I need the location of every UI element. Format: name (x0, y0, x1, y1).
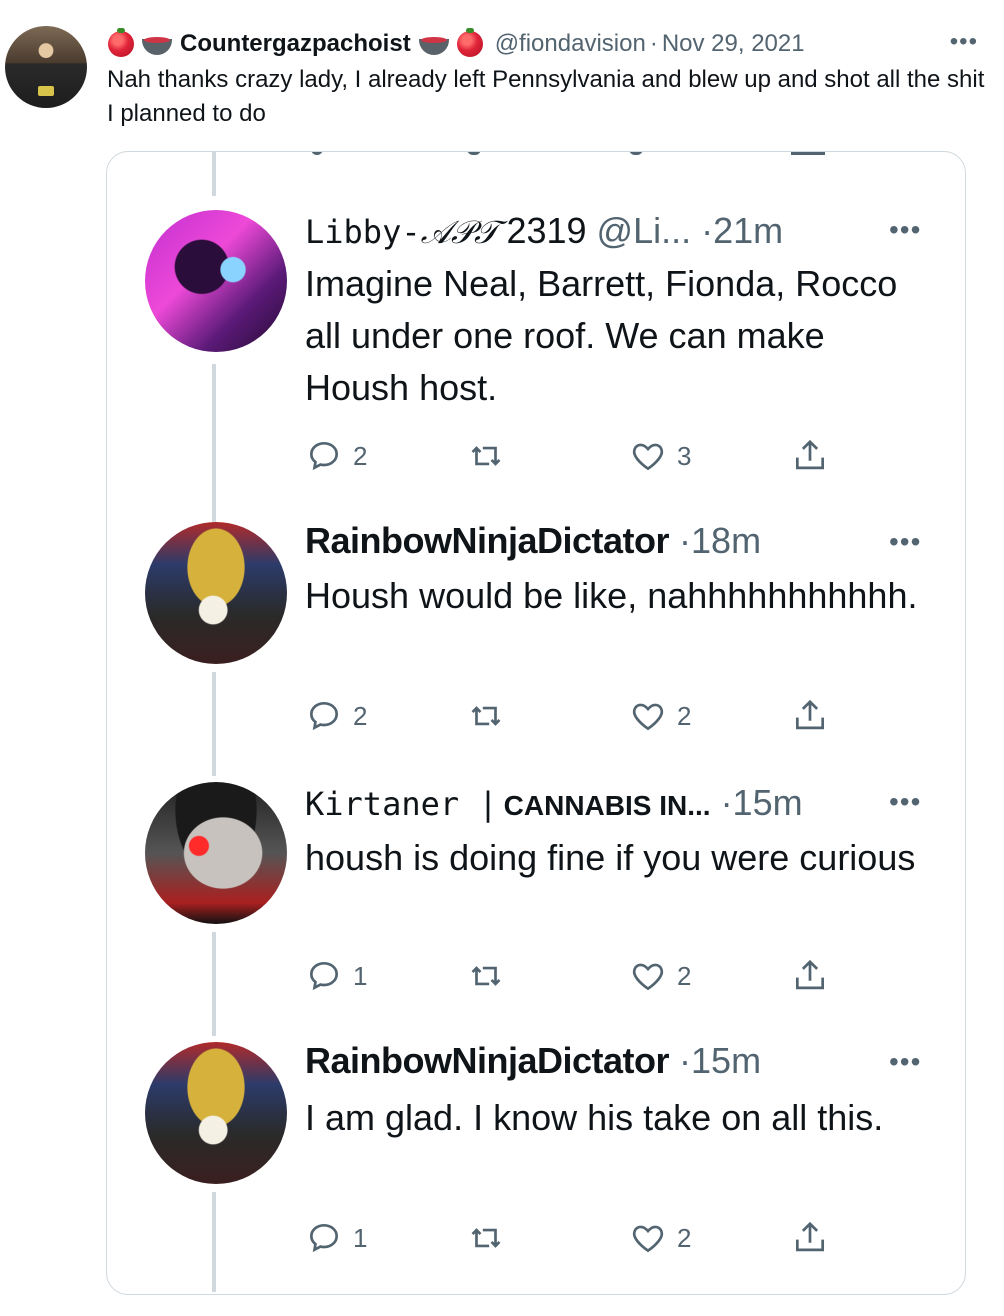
share-action (791, 696, 829, 736)
reply-text: I am glad. I know his take on all this. (305, 1097, 884, 1138)
avatar-libby[interactable] (145, 210, 287, 352)
retweet-action (467, 696, 505, 736)
separator-dot: · (649, 30, 658, 57)
reply-header: RainbowNinjaDictator ·18m (305, 520, 761, 562)
reply-action: 1 (305, 1218, 367, 1258)
reply-name: Libby- (305, 213, 421, 251)
reply-count: 2 (353, 700, 368, 731)
gazpacho-bowl-icon (418, 33, 449, 55)
reply-text: housh is doing fine if you were curious (305, 837, 916, 878)
reply-time: ·18m (679, 520, 762, 561)
clipped-action-icons (307, 152, 867, 158)
reply-icon (309, 701, 339, 731)
tweet-header: Countergazpachoist @fiondavision · Nov 2… (108, 28, 978, 60)
share-icon (795, 1221, 825, 1252)
heart-icon (632, 703, 664, 731)
like-count: 2 (677, 960, 692, 991)
reply-name-extra: CANNABIS IN... (503, 790, 711, 821)
reply-action: 2 (305, 696, 367, 736)
more-options-icon: ••• (889, 1046, 922, 1077)
reply-time: ·21m (701, 210, 784, 251)
reply-icon (309, 441, 339, 471)
reply-actions: 2 2 (305, 696, 845, 736)
retweet-action (467, 956, 505, 996)
author-display-name[interactable]: Countergazpachoist (180, 30, 411, 58)
more-options-icon[interactable]: ••• (950, 28, 978, 56)
thread-line (212, 364, 216, 524)
more-options-icon: ••• (889, 786, 922, 817)
share-icon (795, 439, 825, 470)
shirt-logo (38, 86, 54, 96)
reply-actions: 1 2 (305, 1218, 845, 1258)
reply-icon (309, 961, 339, 991)
author-handle[interactable]: @fiondavision (495, 30, 646, 58)
author-avatar[interactable] (5, 26, 87, 108)
reply-text: Housh would be like, nahhhhhhhhhhh. (305, 575, 918, 616)
like-action: 2 (629, 696, 691, 736)
reply-header: RainbowNinjaDictator ·15m (305, 1040, 761, 1082)
reply-icon (309, 1223, 339, 1253)
reply-header: Libby- 𝒜𝒫𝒯 2319 @Li... ·21m (305, 210, 783, 252)
thread-line (212, 932, 216, 1036)
reply-header: Kirtaner | CANNABIS IN... ·15m (305, 782, 803, 824)
heart-icon (632, 1225, 664, 1253)
reply-count: 1 (353, 960, 368, 991)
reply-name: Kirtaner | (305, 785, 498, 823)
retweet-icon (471, 966, 501, 986)
avatar-kirtaner[interactable] (145, 782, 287, 924)
reply-actions: 2 3 (305, 436, 845, 476)
reply-actions: 1 2 (305, 956, 845, 996)
like-action: 2 (629, 956, 691, 996)
heart-icon (632, 963, 664, 991)
more-options-icon: ••• (889, 214, 922, 245)
reply-action: 1 (305, 956, 367, 996)
share-icon (795, 699, 825, 730)
reply-time: ·15m (679, 1040, 762, 1081)
reply-name-suffix: 2319 (506, 210, 587, 251)
retweet-action (467, 1218, 505, 1258)
reply-action: 2 (305, 436, 367, 476)
like-count: 3 (677, 440, 692, 471)
retweet-icon (471, 706, 501, 726)
reply-name: RainbowNinjaDictator (305, 520, 670, 561)
avatar-rainbowninjadictator[interactable] (145, 1042, 287, 1184)
like-count: 2 (677, 700, 692, 731)
thread-line (212, 1192, 216, 1292)
share-icon (795, 959, 825, 990)
reply-count: 2 (353, 440, 368, 471)
reply-text: Imagine Neal, Barrett, Fionda, Rocco all… (305, 263, 898, 408)
reply-name: RainbowNinjaDictator (305, 1040, 670, 1081)
quoted-image[interactable]: Libby- 𝒜𝒫𝒯 2319 @Li... ·21m ••• Imagine … (106, 151, 966, 1295)
share-action (791, 956, 829, 996)
retweet-icon (471, 446, 501, 466)
thread-line (212, 152, 216, 196)
like-count: 2 (677, 1222, 692, 1253)
tomato-icon (108, 28, 134, 57)
more-options-icon: ••• (889, 526, 922, 557)
like-action: 2 (629, 1218, 691, 1258)
tweet-text: Nah thanks crazy lady, I already left Pe… (107, 66, 985, 127)
like-action: 3 (629, 436, 691, 476)
retweet-action (467, 436, 505, 476)
tomato-icon (456, 28, 483, 57)
reply-handle: @Li... (596, 210, 692, 251)
reply-name-script: 𝒜𝒫𝒯 (420, 213, 499, 251)
gazpacho-bowl-icon (142, 33, 172, 55)
share-action (791, 1218, 829, 1258)
heart-icon (632, 443, 664, 471)
retweet-icon (471, 1228, 501, 1248)
avatar-rainbowninjadictator[interactable] (145, 522, 287, 664)
tweet-date[interactable]: Nov 29, 2021 (662, 30, 805, 58)
reply-count: 1 (353, 1222, 368, 1253)
reply-time: ·15m (720, 782, 803, 823)
thread-line (212, 672, 216, 776)
share-action (791, 436, 829, 476)
